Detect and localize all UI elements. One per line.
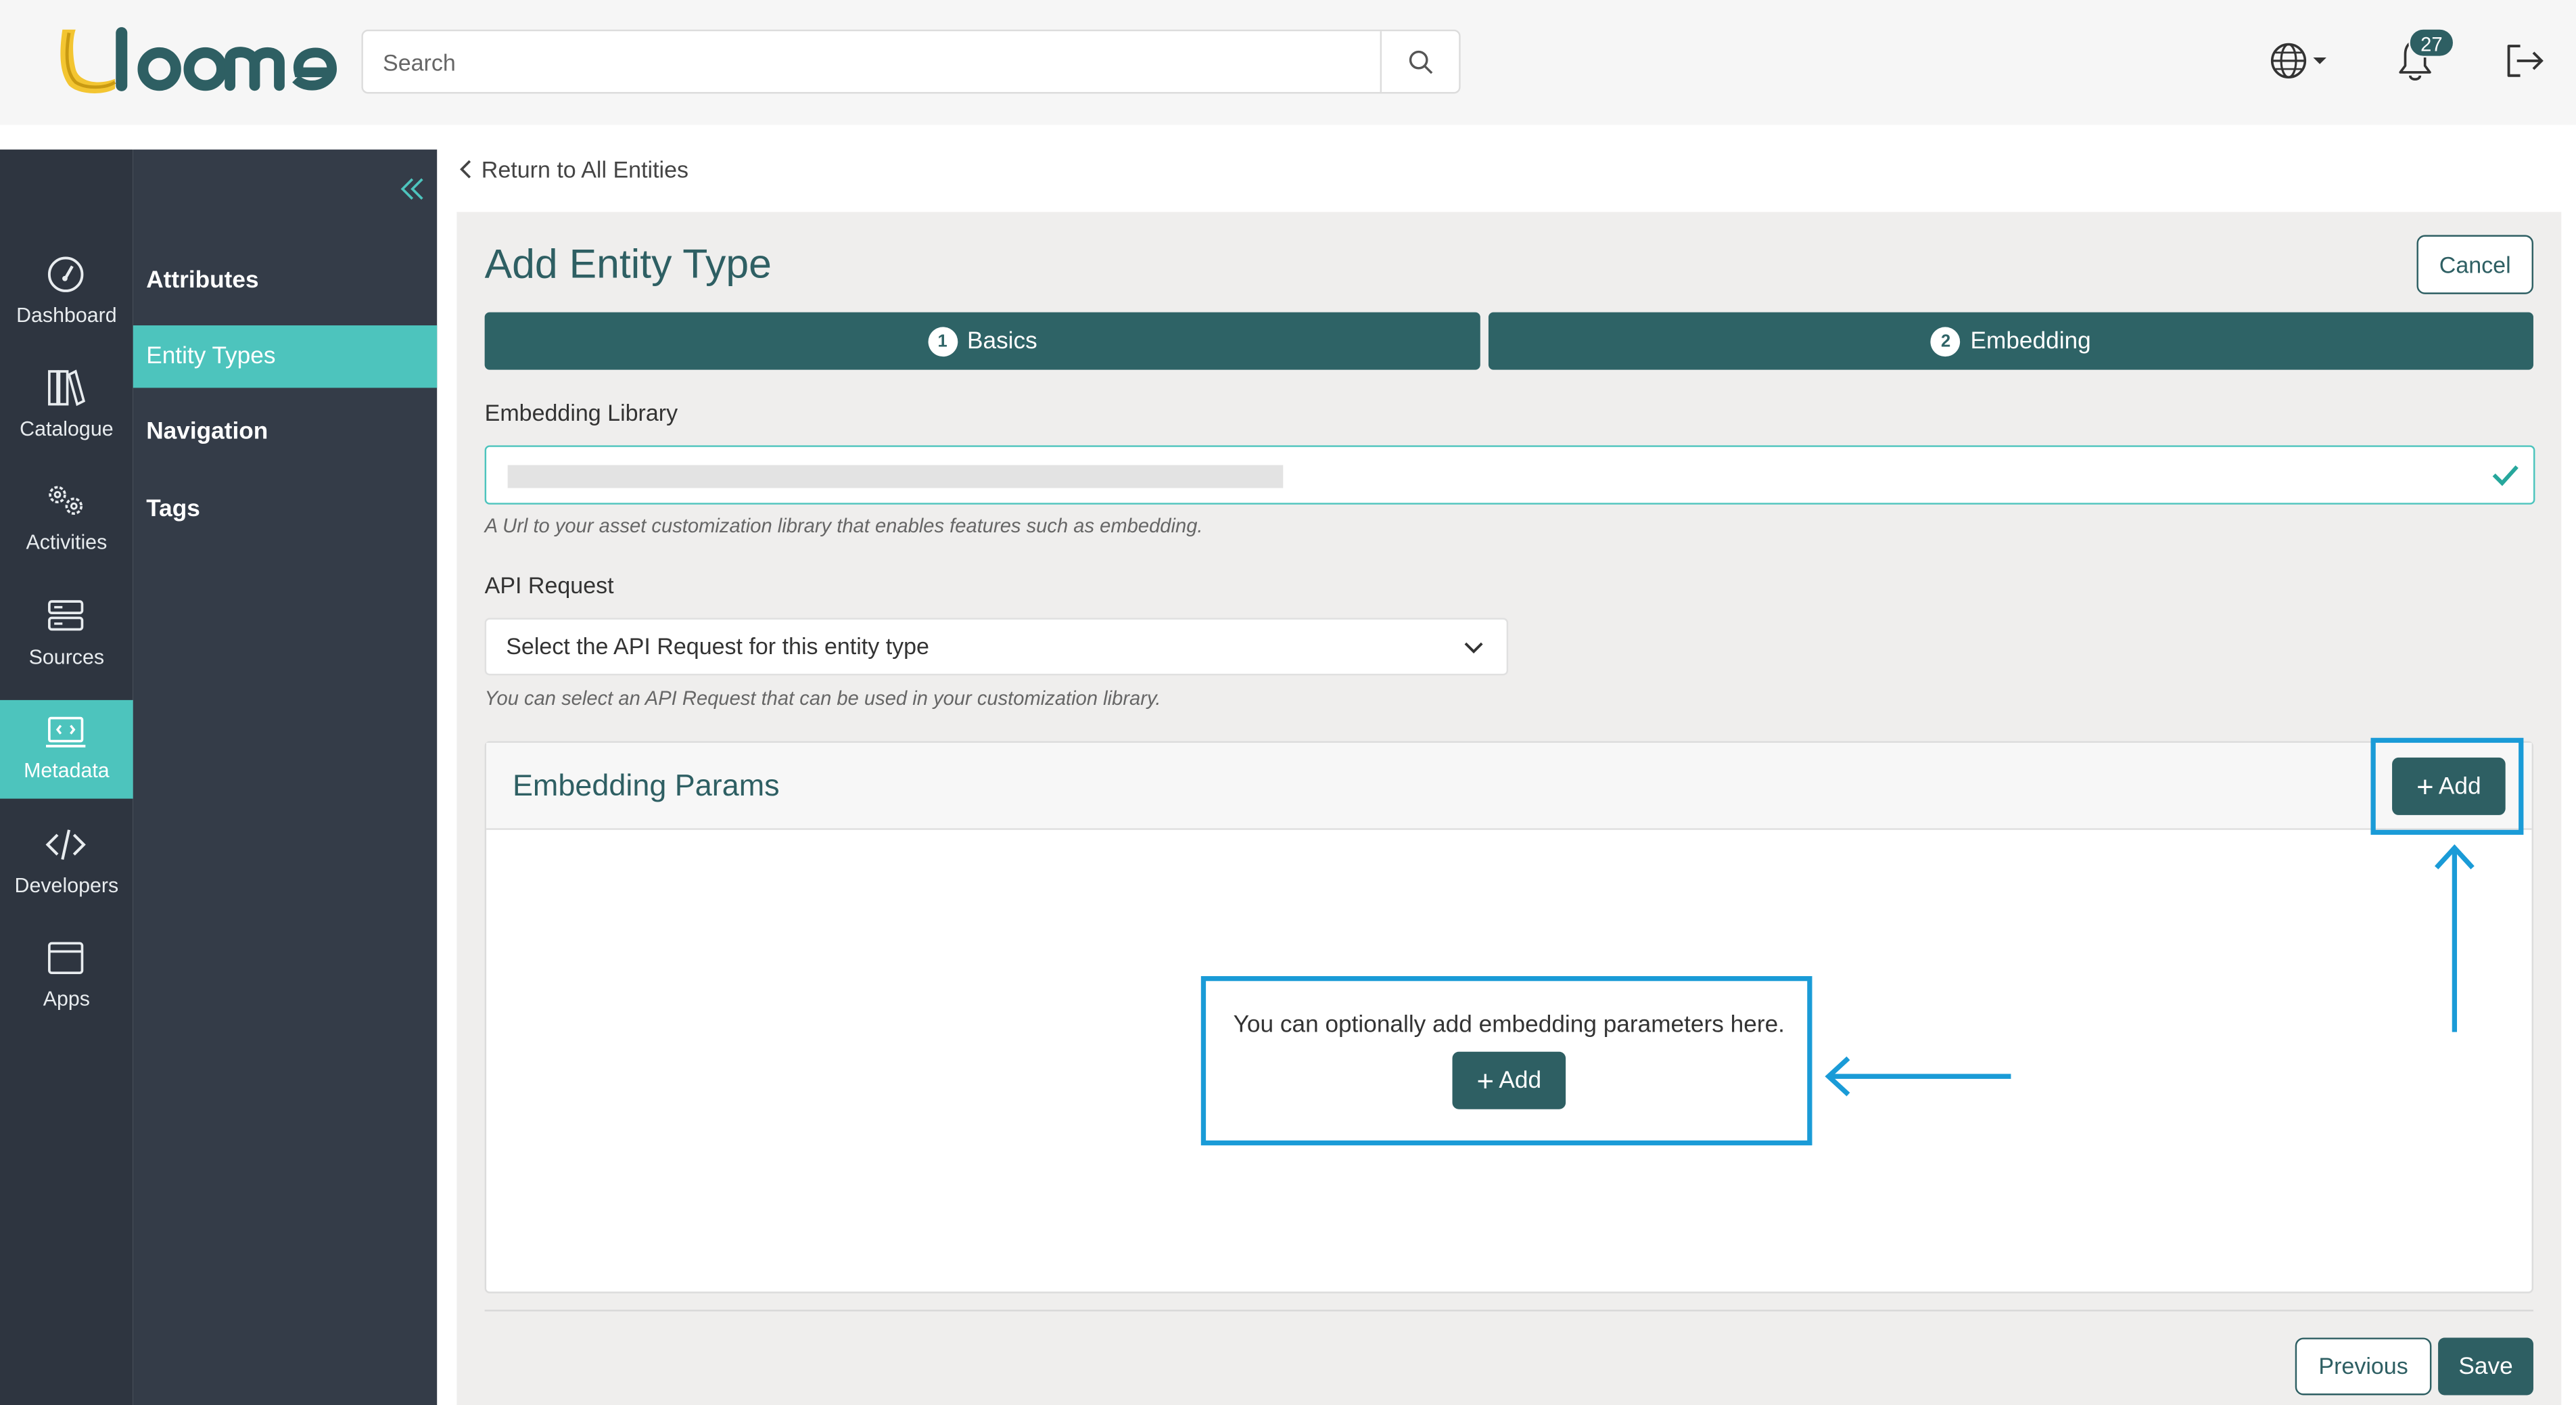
step-label: Embedding: [1970, 327, 2091, 354]
language-selector[interactable]: [2267, 39, 2333, 82]
app-screen: 27 Dashboard Catalogue Activities Source…: [0, 0, 2576, 1405]
return-link-label: Return to All Entities: [481, 156, 689, 183]
nav-label: Dashboard: [16, 304, 117, 327]
nav-label: Apps: [43, 988, 91, 1011]
catalogue-icon: [48, 369, 86, 407]
arrow-left-icon: [1825, 1056, 2011, 1097]
nav-label: Sources: [28, 645, 105, 669]
nav-developers[interactable]: Developers: [0, 822, 133, 921]
form-panel: Add Entity Type Cancel 1 Basics 2 Embedd…: [456, 212, 2562, 1405]
loome-logo[interactable]: [56, 23, 339, 99]
step-number: 1: [927, 326, 958, 356]
embedding-params-title: Embedding Params: [512, 767, 780, 802]
nav-activities[interactable]: Activities: [0, 478, 133, 577]
dashboard-icon: [47, 256, 84, 292]
api-request-hint: You can select an API Request that can b…: [484, 687, 1161, 710]
notification-badge: 27: [2408, 28, 2455, 58]
submenu-item-entity-types[interactable]: Entity Types: [133, 325, 438, 388]
api-request-label: API Request: [484, 572, 614, 599]
developers-icon: [45, 829, 86, 860]
redacted-url: [507, 465, 1284, 488]
footer-divider: [484, 1310, 2533, 1312]
embedding-library-input[interactable]: [484, 445, 2535, 505]
nav-metadata[interactable]: Metadata: [0, 699, 133, 799]
step-basics[interactable]: 1 Basics: [484, 312, 1480, 370]
step-label: Basics: [966, 327, 1037, 354]
submenu-item-navigation[interactable]: Navigation: [133, 401, 437, 463]
return-link[interactable]: Return to All Entities: [456, 151, 688, 187]
check-icon: [2492, 465, 2519, 486]
nav-dashboard[interactable]: Dashboard: [0, 252, 133, 350]
search-box: [361, 29, 1461, 94]
save-button[interactable]: Save: [2438, 1337, 2533, 1396]
search-icon: [1408, 49, 1432, 74]
api-request-selected: Select the API Request for this entity t…: [506, 632, 929, 660]
step-embedding[interactable]: 2 Embedding: [1488, 312, 2533, 370]
api-request-select[interactable]: Select the API Request for this entity t…: [484, 618, 1509, 676]
highlight-header-add: [2370, 737, 2524, 835]
logout-icon: [2507, 45, 2544, 77]
collapse-sidebar-icon[interactable]: [396, 172, 429, 206]
metadata-submenu: Attributes Entity Types Navigation Tags: [133, 149, 438, 1405]
nav-label: Metadata: [24, 759, 110, 783]
nav-label: Developers: [14, 874, 119, 898]
top-header: 27: [0, 0, 2576, 125]
nav-label: Activities: [26, 530, 108, 554]
nav-catalogue[interactable]: Catalogue: [0, 365, 133, 463]
chevron-left-icon: [460, 160, 471, 179]
nav-sources[interactable]: Sources: [0, 593, 133, 692]
submenu-item-attributes[interactable]: Attributes: [133, 250, 437, 312]
activities-icon: [49, 486, 83, 515]
search-button[interactable]: [1380, 31, 1459, 93]
page-title: Add Entity Type: [484, 241, 772, 288]
embedding-library-label: Embedding Library: [484, 399, 678, 426]
search-input[interactable]: [362, 31, 1382, 93]
main-nav-rail: Dashboard Catalogue Activities Sources M…: [0, 149, 133, 1405]
metadata-icon: [46, 716, 86, 747]
sources-icon: [48, 600, 84, 631]
logout-button[interactable]: [2500, 39, 2546, 82]
submenu-item-tags[interactable]: Tags: [133, 478, 437, 540]
apps-icon: [48, 942, 84, 974]
nav-apps[interactable]: Apps: [0, 935, 133, 1034]
embedding-params-header: Embedding Params + Add: [486, 743, 2532, 830]
highlight-empty-add: [1200, 976, 1812, 1146]
embedding-library-hint: A Url to your asset customization librar…: [484, 514, 1203, 538]
step-number: 2: [1931, 326, 1961, 356]
cancel-button[interactable]: Cancel: [2416, 235, 2533, 294]
arrow-up-icon: [2434, 844, 2475, 1032]
chevron-down-icon: [1464, 642, 1483, 653]
globe-icon: [2270, 43, 2326, 78]
nav-label: Catalogue: [20, 417, 114, 441]
previous-button[interactable]: Previous: [2295, 1337, 2432, 1396]
